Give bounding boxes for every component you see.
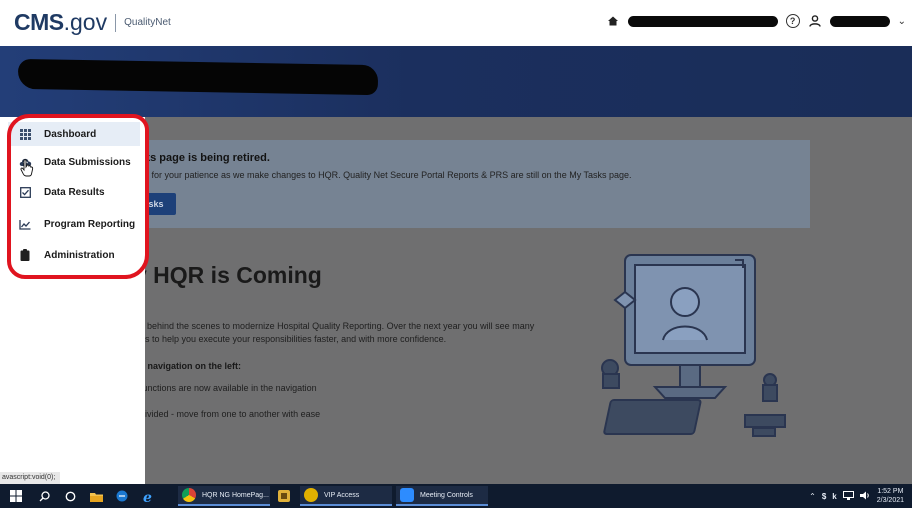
taskbar-app-label: Meeting Controls <box>420 491 473 499</box>
logo-divider <box>115 13 117 32</box>
user-icon[interactable] <box>808 14 822 28</box>
taskbar-app-vip-access[interactable]: VIP Access <box>300 486 392 506</box>
screen: CMS .gov QualityNet ? ⌄ ks page is being… <box>0 0 912 508</box>
file-explorer-icon[interactable] <box>88 488 104 504</box>
top-header: CMS .gov QualityNet ? ⌄ <box>0 0 912 46</box>
tray-expand-icon[interactable]: ⌃ <box>809 492 816 501</box>
clock-date: 2/3/2021 <box>876 497 904 504</box>
network-icon[interactable] <box>842 490 854 502</box>
intro-paragraph-line2: es to help you execute your responsibili… <box>140 334 447 344</box>
red-highlight-annotation <box>7 114 149 279</box>
header-actions: ? ⌄ <box>606 10 906 32</box>
notes-app-icon[interactable] <box>276 488 292 504</box>
notice-body: u for your patience as we make changes t… <box>144 170 632 180</box>
vip-access-icon <box>304 488 318 502</box>
notice-title: ks page is being retired. <box>144 152 270 164</box>
windows-start-icon[interactable] <box>8 488 24 504</box>
redacted-banner-title <box>17 58 379 96</box>
navigation-bullet-1: functions are now available in the navig… <box>140 383 317 393</box>
navigation-bullet-2: divided - move from one to another with … <box>140 409 321 419</box>
cms-logo[interactable]: CMS .gov QualityNet <box>14 9 171 36</box>
taskbar-app-meeting-controls[interactable]: Meeting Controls <box>396 486 488 506</box>
taskbar-app-label: HQR NG HomePag... <box>202 491 269 499</box>
logo-product-text: QualityNet <box>124 17 171 28</box>
zoom-icon <box>400 488 414 502</box>
cortana-icon[interactable] <box>62 488 78 504</box>
redacted-username <box>829 15 890 27</box>
computer-illustration <box>601 254 786 437</box>
logo-cms-text: CMS <box>14 9 64 35</box>
internet-explorer-icon[interactable]: e <box>140 488 156 504</box>
taskbar-app-hqr-homepage[interactable]: HQR NG HomePag... <box>178 486 270 506</box>
help-circle-icon[interactable]: ? <box>785 14 800 28</box>
tray-dollar-icon[interactable]: $ <box>822 492 826 501</box>
clock-time: 1:52 PM <box>877 488 904 495</box>
system-clock[interactable]: 1:52 PM 2/3/2021 <box>877 487 904 505</box>
hand-cursor-icon <box>20 159 34 177</box>
store-icon[interactable] <box>114 488 130 504</box>
redacted-organization <box>627 15 778 27</box>
status-bar-link: avascript:void(0); <box>0 472 60 484</box>
system-tray: ⌃ $ k 1:52 PM 2/3/2021 <box>809 486 904 506</box>
taskbar-app-label: VIP Access <box>324 491 360 499</box>
svg-text:e: e <box>143 490 152 503</box>
intro-paragraph-line1: k behind the scenes to modernize Hospita… <box>140 321 535 331</box>
navigation-heading: e navigation on the left: <box>140 361 242 371</box>
windows-taskbar: e HQR NG HomePag... VIP Access Meeting C… <box>0 484 912 508</box>
logo-gov-text: .gov <box>63 9 108 35</box>
search-icon[interactable] <box>36 488 52 504</box>
tray-k-icon[interactable]: k <box>832 492 836 501</box>
page-headline: v HQR is Coming <box>134 262 322 288</box>
chevron-down-icon[interactable]: ⌄ <box>898 16 906 27</box>
chrome-icon <box>182 488 196 502</box>
home-icon[interactable] <box>606 14 620 28</box>
volume-icon[interactable] <box>859 491 871 502</box>
